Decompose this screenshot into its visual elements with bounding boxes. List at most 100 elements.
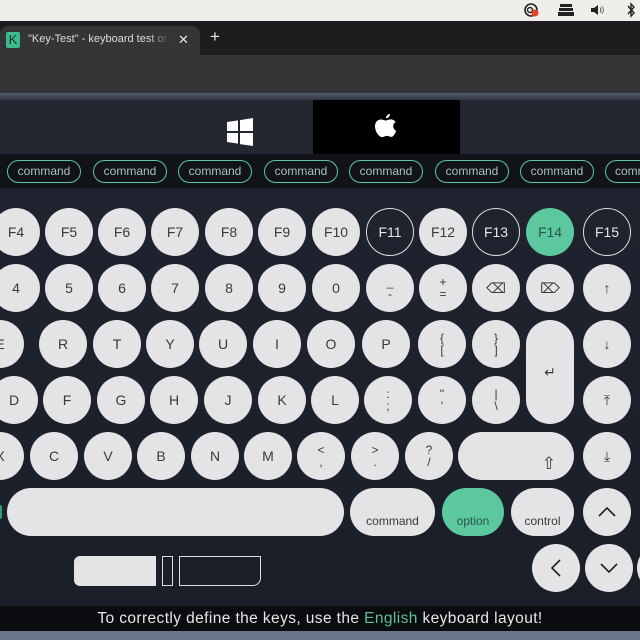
key-f11[interactable]: F11 — [366, 208, 414, 256]
site-favicon-icon: K — [6, 32, 20, 48]
key-option[interactable]: option — [442, 488, 504, 536]
tab-close-button[interactable]: ✕ — [178, 32, 189, 48]
key-base-glyph: , — [319, 455, 323, 469]
key-y[interactable]: Y — [146, 320, 194, 368]
key-home[interactable]: ⤒ — [583, 376, 631, 424]
key-j[interactable]: J — [204, 376, 252, 424]
key-f4[interactable]: F4 — [0, 208, 40, 256]
command-log-item: command — [7, 160, 81, 183]
key-f10[interactable]: F10 — [312, 208, 360, 256]
key-label: C — [48, 448, 60, 464]
key-h[interactable]: H — [150, 376, 198, 424]
browser-tab[interactable]: K "Key-Test" - keyboard test online ✕ — [0, 26, 200, 55]
key-f7[interactable]: F7 — [151, 208, 199, 256]
key-label: 9 — [278, 280, 286, 296]
key-arrow-left[interactable] — [532, 544, 580, 592]
key-minus[interactable]: _ - — [366, 264, 414, 312]
key-base-glyph: [ — [440, 343, 444, 357]
key-comma[interactable]: <, — [297, 432, 345, 480]
key-r[interactable]: R — [39, 320, 87, 368]
browser-toolbar — [0, 55, 640, 93]
key-f12[interactable]: F12 — [419, 208, 467, 256]
key-0[interactable]: 0 — [312, 264, 360, 312]
key-backslash[interactable]: | \ — [472, 376, 520, 424]
layout-indicator-middle — [162, 556, 173, 586]
keyboard-layout-icon[interactable] — [557, 2, 575, 18]
key-label: P — [381, 336, 391, 352]
key-4[interactable]: 4 — [0, 264, 40, 312]
key-g[interactable]: G — [97, 376, 145, 424]
page-content: command command command command command … — [0, 93, 640, 640]
key-arrow-up[interactable]: ↑ — [583, 264, 631, 312]
key-label: U — [217, 336, 229, 352]
bluetooth-icon[interactable] — [625, 2, 637, 18]
key-label: command — [366, 514, 419, 528]
os-option-apple[interactable] — [313, 100, 460, 155]
key-k[interactable]: K — [258, 376, 306, 424]
key-d[interactable]: D — [0, 376, 38, 424]
system-menubar — [0, 0, 640, 21]
key-edge-indicator — [0, 505, 2, 519]
key-delete[interactable]: ⌦ — [526, 264, 574, 312]
key-open-bracket[interactable]: {[ — [418, 320, 466, 368]
key-space[interactable] — [7, 488, 344, 536]
chevron-left-icon — [551, 559, 561, 577]
key-t[interactable]: T — [93, 320, 141, 368]
key-label: option — [456, 514, 490, 528]
key-i[interactable]: I — [253, 320, 301, 368]
key-p[interactable]: P — [362, 320, 410, 368]
key-base-glyph: ; — [386, 399, 390, 413]
key-f[interactable]: F — [43, 376, 91, 424]
volume-icon[interactable] — [589, 2, 607, 18]
key-m[interactable]: M — [244, 432, 292, 480]
key-end[interactable]: ⤓ — [583, 432, 631, 480]
key-arrow-down[interactable] — [585, 544, 633, 592]
os-option-windows[interactable] — [226, 118, 254, 146]
key-f13[interactable]: F13 — [472, 208, 520, 256]
key-label: F14 — [537, 224, 563, 240]
key-page-down-arrow[interactable]: ↓ — [583, 320, 631, 368]
key-n[interactable]: N — [191, 432, 239, 480]
key-label: O — [325, 336, 337, 352]
key-label: 8 — [225, 280, 233, 296]
key-base-glyph: - — [388, 287, 392, 301]
key-right-shift[interactable]: ⇧ — [458, 432, 574, 480]
key-f8[interactable]: F8 — [205, 208, 253, 256]
key-e[interactable]: E — [0, 320, 24, 368]
key-f15[interactable]: F15 — [583, 208, 631, 256]
key-f14[interactable]: F14 — [526, 208, 574, 256]
key-slash[interactable]: ? / — [405, 432, 453, 480]
key-f6[interactable]: F6 — [98, 208, 146, 256]
key-equals[interactable]: + = — [419, 264, 467, 312]
key-x[interactable]: X — [0, 432, 24, 480]
command-log-item: command — [93, 160, 167, 183]
key-f5[interactable]: F5 — [45, 208, 93, 256]
new-tab-button[interactable]: + — [210, 28, 220, 45]
key-command[interactable]: command — [350, 488, 435, 536]
key-semicolon[interactable]: :; — [364, 376, 412, 424]
key-c[interactable]: C — [30, 432, 78, 480]
key-5[interactable]: 5 — [45, 264, 93, 312]
key-8[interactable]: 8 — [205, 264, 253, 312]
key-label: I — [275, 336, 279, 352]
key-close-bracket[interactable]: }] — [472, 320, 520, 368]
key-period[interactable]: >. — [351, 432, 399, 480]
key-v[interactable]: V — [84, 432, 132, 480]
key-6[interactable]: 6 — [98, 264, 146, 312]
key-o[interactable]: O — [307, 320, 355, 368]
key-7[interactable]: 7 — [151, 264, 199, 312]
key-f9[interactable]: F9 — [258, 208, 306, 256]
key-quote[interactable]: " ' — [418, 376, 466, 424]
key-9[interactable]: 9 — [258, 264, 306, 312]
key-label: F12 — [430, 224, 456, 240]
key-b[interactable]: B — [137, 432, 185, 480]
key-label: F15 — [594, 224, 620, 240]
key-l[interactable]: L — [311, 376, 359, 424]
key-base-glyph: ] — [494, 343, 498, 357]
key-arrow-up-nav[interactable] — [583, 488, 631, 536]
key-control[interactable]: control — [511, 488, 574, 536]
key-enter[interactable]: ↵ — [526, 320, 574, 424]
key-u[interactable]: U — [199, 320, 247, 368]
screen-record-icon[interactable] — [523, 2, 541, 18]
key-backspace[interactable]: ⌫ — [472, 264, 520, 312]
